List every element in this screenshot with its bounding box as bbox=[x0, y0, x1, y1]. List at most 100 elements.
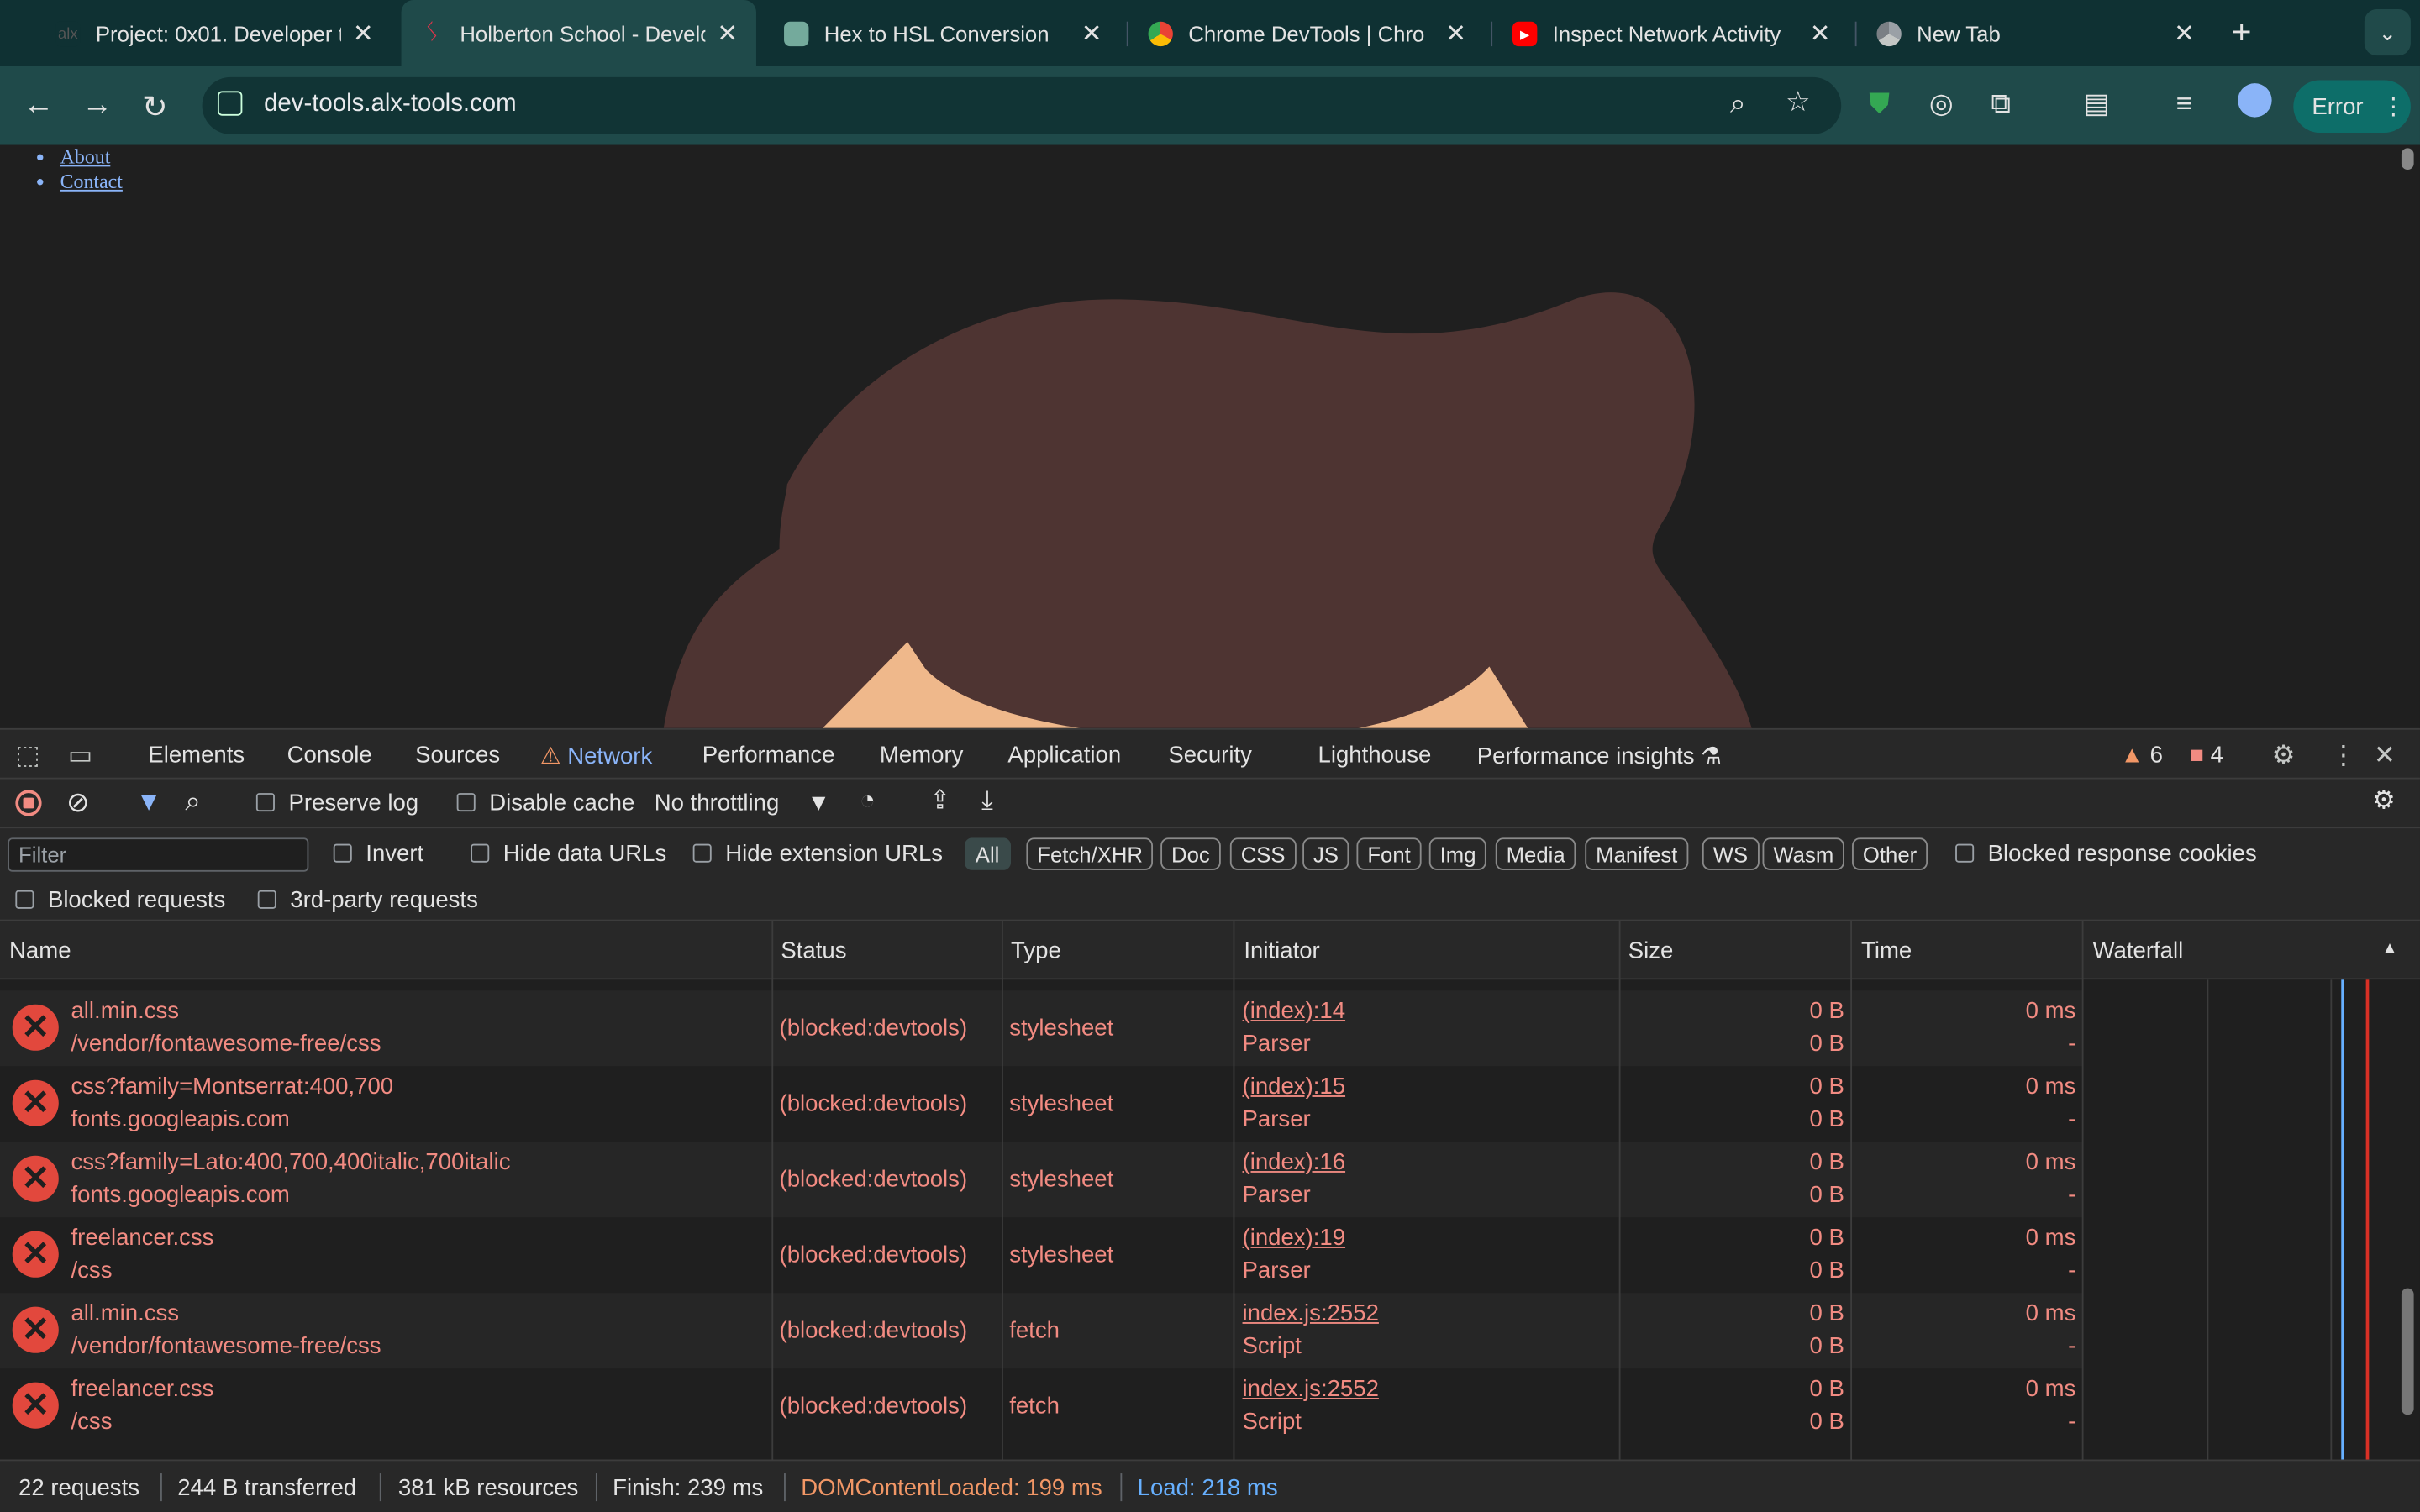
type-filter-ws[interactable]: WS bbox=[1702, 837, 1760, 870]
column-initiator[interactable]: Initiator bbox=[1244, 938, 1319, 964]
type-filter-doc[interactable]: Doc bbox=[1160, 837, 1221, 870]
request-path: /vendor/fontawesome-free/css bbox=[71, 1332, 381, 1360]
close-icon[interactable]: ✕ bbox=[717, 18, 738, 49]
close-devtools-icon[interactable]: ✕ bbox=[2374, 741, 2396, 772]
network-conditions-icon[interactable]: ◔ bbox=[860, 785, 876, 816]
glasses-extension-icon[interactable]: ◎ bbox=[1929, 88, 1954, 121]
warnings-counter[interactable]: ▲ 6 bbox=[2121, 742, 2163, 768]
url-text[interactable]: dev-tools.alx-tools.com bbox=[264, 91, 517, 118]
type-filter-js[interactable]: JS bbox=[1302, 837, 1349, 870]
type-filter-img[interactable]: Img bbox=[1428, 837, 1487, 870]
tab-sources[interactable]: Sources bbox=[415, 742, 500, 768]
address-bar[interactable]: dev-tools.alx-tools.com ⌕ ☆ bbox=[202, 76, 1842, 134]
throttling-select[interactable]: No throttling ▼ bbox=[655, 790, 830, 816]
tab-network[interactable]: ⚠ Network bbox=[521, 742, 671, 785]
profile-avatar-icon[interactable] bbox=[2238, 83, 2272, 118]
close-icon[interactable]: ✕ bbox=[2174, 18, 2195, 50]
type-filter-fetch-xhr[interactable]: Fetch/XHR bbox=[1026, 837, 1154, 870]
browser-tab[interactable]: ▶ Inspect Network Activity ✕ bbox=[1494, 9, 1849, 59]
reload-button[interactable]: ↻ bbox=[142, 88, 168, 127]
column-size[interactable]: Size bbox=[1628, 938, 1674, 964]
third-party-requests-checkbox[interactable]: 3rd-party requests bbox=[257, 887, 478, 913]
blocked-response-cookies-checkbox[interactable]: Blocked response cookies bbox=[1955, 841, 2257, 867]
tab-elements[interactable]: Elements bbox=[148, 742, 245, 768]
zoom-icon[interactable]: ⌕ bbox=[1730, 88, 1746, 121]
tab-performance-insights[interactable]: Performance insights ⚗ bbox=[1477, 742, 1722, 769]
tab-memory[interactable]: Memory bbox=[880, 742, 963, 768]
hide-extension-urls-checkbox[interactable]: Hide extension URLs bbox=[692, 841, 943, 867]
tab-performance[interactable]: Performance bbox=[702, 742, 835, 768]
bookmark-star-icon[interactable]: ☆ bbox=[1786, 87, 1811, 119]
column-type[interactable]: Type bbox=[1011, 938, 1061, 964]
close-icon[interactable]: ✕ bbox=[1810, 18, 1831, 50]
hide-data-urls-checkbox[interactable]: Hide data URLs bbox=[471, 841, 666, 867]
column-name[interactable]: Name bbox=[9, 938, 71, 964]
close-icon[interactable]: ✕ bbox=[353, 18, 374, 50]
table-scrollbar[interactable] bbox=[2401, 1288, 2414, 1415]
shield-extension-icon[interactable]: ⛊ bbox=[1869, 88, 1890, 121]
tab-lighthouse[interactable]: Lighthouse bbox=[1318, 742, 1432, 768]
type-filter-font[interactable]: Font bbox=[1356, 837, 1422, 870]
browser-tab[interactable]: alx Project: 0x01. Developer t ✕ bbox=[37, 9, 392, 59]
type-filter-media[interactable]: Media bbox=[1495, 837, 1576, 870]
close-icon[interactable]: ✕ bbox=[1081, 18, 1102, 50]
column-time[interactable]: Time bbox=[1861, 938, 1912, 964]
network-settings-icon[interactable]: ⚙ bbox=[2372, 785, 2396, 816]
clear-icon[interactable]: ⊘ bbox=[66, 787, 90, 820]
sort-ascending-icon[interactable]: ▲ bbox=[2381, 940, 2398, 958]
filter-icon[interactable]: ▼ bbox=[136, 787, 162, 818]
tab-application[interactable]: Application bbox=[1007, 742, 1121, 768]
type-filter-css[interactable]: CSS bbox=[1229, 837, 1297, 870]
filter-input[interactable]: Filter bbox=[8, 837, 309, 872]
request-initiator-link[interactable]: (index):19 bbox=[1243, 1225, 1346, 1251]
forward-button[interactable]: → bbox=[82, 88, 113, 123]
preserve-log-checkbox[interactable]: Preserve log bbox=[255, 790, 418, 816]
settings-gear-icon[interactable]: ⚙ bbox=[2272, 741, 2296, 772]
request-initiator-link[interactable]: (index):14 bbox=[1243, 998, 1346, 1024]
request-initiator-link[interactable]: index.js:2552 bbox=[1243, 1376, 1379, 1402]
tab-security[interactable]: Security bbox=[1168, 742, 1252, 768]
type-filter-other[interactable]: Other bbox=[1852, 837, 1928, 870]
disable-cache-checkbox[interactable]: Disable cache bbox=[456, 790, 634, 816]
browser-tab-active[interactable]: ᛊ Holberton School - Develo ✕ bbox=[401, 0, 756, 66]
search-icon[interactable]: ⌕ bbox=[185, 785, 201, 818]
stop-recording-icon[interactable] bbox=[15, 790, 42, 816]
close-icon[interactable]: ✕ bbox=[1445, 18, 1466, 50]
type-filter-manifest[interactable]: Manifest bbox=[1585, 837, 1689, 870]
request-initiator-link[interactable]: (index):16 bbox=[1243, 1149, 1346, 1175]
more-options-icon[interactable]: ⋮ bbox=[2330, 741, 2356, 772]
table-row[interactable]: ✕ css?family=Lato:400,700,400italic,700it… bbox=[0, 1142, 2084, 1218]
type-filter-wasm[interactable]: Wasm bbox=[1762, 837, 1845, 870]
inspect-element-icon[interactable]: ⬚ bbox=[15, 741, 40, 772]
page-scrollbar[interactable] bbox=[2401, 148, 2414, 171]
browser-tab[interactable]: Chrome DevTools | Chro ✕ bbox=[1129, 9, 1484, 59]
browser-tab[interactable]: Hex to HSL Conversion ✕ bbox=[765, 9, 1120, 59]
media-controls-icon[interactable]: ≡ bbox=[2176, 88, 2192, 121]
table-row[interactable]: ✕ freelancer.css/css (blocked:devtools) sty… bbox=[0, 1217, 2084, 1293]
column-status[interactable]: Status bbox=[781, 938, 846, 964]
browser-tab[interactable]: New Tab ✕ bbox=[1858, 9, 2212, 59]
export-har-icon[interactable]: ⤓ bbox=[981, 785, 993, 816]
table-row[interactable]: ✕ all.min.css/vendor/fontawesome-free/css… bbox=[0, 1293, 2084, 1369]
table-row[interactable]: ✕ css?family=Montserrat:400,700 fonts.goog… bbox=[0, 1066, 2084, 1142]
new-tab-button[interactable]: + bbox=[2232, 13, 2252, 53]
table-row[interactable]: ✕ freelancer.css/css (blocked:devtools) fet… bbox=[0, 1368, 2084, 1444]
puzzle-extensions-icon[interactable]: ⧉ bbox=[1991, 88, 2011, 121]
site-info-icon[interactable] bbox=[217, 91, 243, 116]
reading-list-icon[interactable]: ▤ bbox=[2084, 88, 2110, 121]
tab-search-button[interactable]: ⌄ bbox=[2364, 9, 2411, 56]
blocked-requests-checkbox[interactable]: Blocked requests bbox=[15, 887, 225, 913]
tab-console[interactable]: Console bbox=[287, 742, 372, 768]
column-waterfall[interactable]: Waterfall bbox=[2093, 938, 2184, 964]
device-toolbar-icon[interactable]: ▭ bbox=[68, 741, 93, 772]
request-initiator-link[interactable]: (index):15 bbox=[1243, 1074, 1346, 1100]
import-har-icon[interactable]: ⇪ bbox=[929, 785, 951, 816]
dom-content-loaded-time: DOMContentLoaded: 199 ms bbox=[801, 1474, 1102, 1502]
request-initiator-link[interactable]: index.js:2552 bbox=[1243, 1300, 1379, 1326]
errors-counter[interactable]: ■ 4 bbox=[2190, 742, 2223, 768]
type-filter-all[interactable]: All bbox=[964, 837, 1011, 870]
table-row[interactable]: ✕ all.min.css/vendor/fontawesome-free/css… bbox=[0, 990, 2084, 1067]
back-button[interactable]: ← bbox=[24, 88, 55, 123]
profile-error-button[interactable]: Error ⋮ bbox=[2293, 80, 2411, 133]
invert-checkbox[interactable]: Invert bbox=[333, 841, 424, 867]
